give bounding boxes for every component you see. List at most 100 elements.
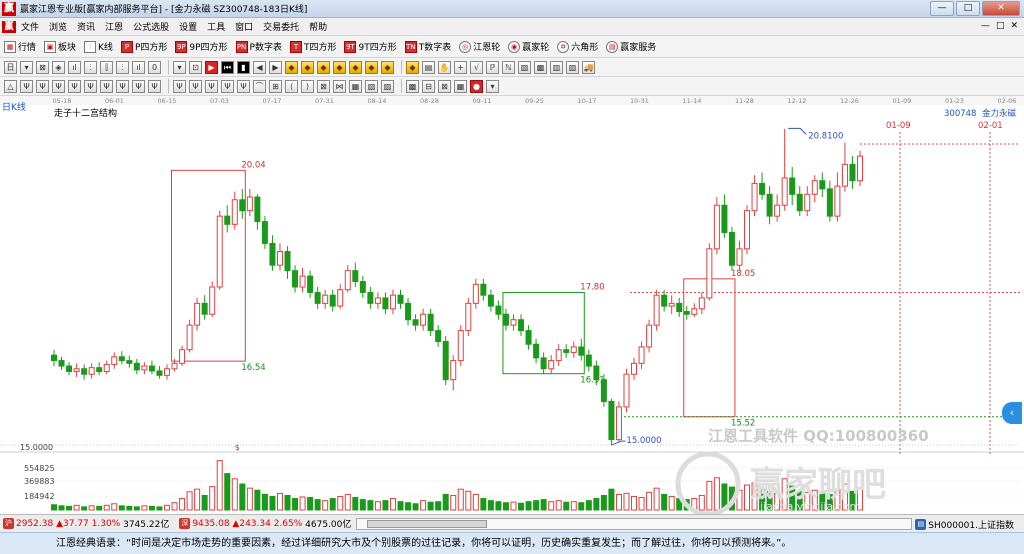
toolbar3-tool-17[interactable]: ⟨ [285,79,298,93]
toolbar2-tool-6[interactable]: ⫿ [100,60,113,74]
toolbar2-tool-8[interactable]: ıl [132,60,145,74]
toolbar2-tool-5[interactable]: ⫶ [84,60,97,74]
status-index-sz[interactable]: 深 9435.08 ▲243.34 2.65% 4675.00亿 [179,517,351,530]
toolbar2-tool-27[interactable]: + [454,60,467,74]
kline-chart-svg[interactable]: 05-18 06-01 06-15 07-03 07-17 07-31 08-14 08-28… [0,96,1024,514]
toolbar2-tool-2[interactable]: ⊠ [36,60,49,74]
toolbar3-tool-28[interactable]: ● [470,79,483,93]
status-index-sh[interactable]: 沪 2952.38 ▲37.77 1.30% 3745.22亿 [3,517,169,530]
toolbar3-tool-7[interactable]: Ψ [116,79,129,93]
toolbar2-tool-17[interactable]: ◆ [285,60,298,74]
minimize-button[interactable]: — [930,1,954,16]
toolbar2-tool-30[interactable]: ℕ [502,60,515,74]
toolbar2-tool-22[interactable]: ◆ [365,60,378,74]
toolbar3-tool-8[interactable]: Ψ [132,79,145,93]
close-button[interactable]: ✕ [982,1,1020,16]
toolbar2-tool-25[interactable]: ▤ [422,60,435,74]
toolbar2-tool-4[interactable]: ıl [68,60,81,74]
toolbar2-tool-12[interactable]: ▶ [205,60,218,74]
menu-browse[interactable]: 浏览 [44,20,72,33]
toolbar3-tool-0[interactable]: △ [4,79,17,93]
kline-chart-area[interactable]: 05-18 06-01 06-15 07-03 07-17 07-31 08-14 08-28… [0,96,1024,514]
horizontal-scrollbar[interactable] [356,518,912,530]
toolbar2-tool-24[interactable]: ◆ [406,60,419,74]
toolbar3-tool-11[interactable]: Ψ [189,79,202,93]
toolbar2-tool-35[interactable]: 🚚 [582,60,595,74]
toolbar3-tool-3[interactable]: Ψ [52,79,65,93]
toolbar2-tool-14[interactable]: ▮ [237,60,250,74]
toolbar-button-grid[interactable]: ▦ 行情 [0,40,40,53]
toolbar-button-winner-wheel[interactable]: ◉ 赢家轮 [504,40,553,53]
toolbar2-tool-34[interactable]: ▨ [566,60,579,74]
toolbar3-tool-25[interactable]: ⊟ [422,79,435,93]
toolbar3-tool-14[interactable]: Ψ [237,79,250,93]
menu-trade[interactable]: 交易委托 [258,20,304,33]
toolbar-button-9t-square[interactable]: 9T 9T四方形 [340,40,400,53]
toolbar-button-winner-service[interactable]: ▤ 赢家服务 [602,40,660,53]
toolbar3-tool-5[interactable]: Ψ [84,79,97,93]
toolbar-button-blocks[interactable]: ▣ 板块 [40,40,80,53]
toolbar3-tool-29[interactable]: ▾ [486,79,499,93]
toolbar-button-hexagon[interactable]: ✡ 六角形 [553,40,602,53]
side-float-icon[interactable]: ‹ [1002,402,1022,424]
toolbar3-tool-27[interactable]: ▦ [454,79,467,93]
menu-gann[interactable]: 江恩 [100,20,128,33]
toolbar2-tool-0[interactable]: 日 [4,60,17,74]
toolbar2-tool-18[interactable]: ◆ [301,60,314,74]
toolbar3-tool-16[interactable]: ⊞ [269,79,282,93]
toolbar2-tool-11[interactable]: ⊡ [189,60,202,74]
toolbar3-tool-15[interactable]: ⌒ [253,79,266,93]
toolbar2-tool-1[interactable]: ▾ [20,60,33,74]
toolbar2-tool-31[interactable]: ▧ [518,60,531,74]
toolbar2-tool-15[interactable]: ◀ [253,60,266,74]
toolbar-button-t-square[interactable]: T T四方形 [286,40,341,53]
toolbar2-tool-16[interactable]: ▶ [269,60,282,74]
mdi-close-button[interactable]: ✕ [1010,21,1018,31]
toolbar3-tool-19[interactable]: ⊠ [317,79,330,93]
toolbar-button-tn-table[interactable]: TN T数字表 [401,40,456,53]
toolbar2-tool-20[interactable]: ◆ [333,60,346,74]
toolbar2-tool-3[interactable]: ◈ [52,60,65,74]
toolbar3-tool-13[interactable]: Ψ [221,79,234,93]
toolbar-button-9p-square[interactable]: 9P 9P四方形 [171,40,231,53]
toolbar-button-gann-wheel[interactable]: ◎ 江恩轮 [455,40,504,53]
toolbar3-tool-4[interactable]: Ψ [68,79,81,93]
toolbar3-tool-9[interactable]: Ψ [148,79,161,93]
menu-settings[interactable]: 设置 [174,20,202,33]
toolbar2-tool-13[interactable]: ⏮ [221,60,234,74]
toolbar2-tool-33[interactable]: ▥ [550,60,563,74]
toolbar3-tool-18[interactable]: ⟩ [301,79,314,93]
toolbar-button-kline[interactable]: ⫶ K线 [80,40,117,53]
menu-file[interactable]: 文件 [16,20,44,33]
menu-help[interactable]: 帮助 [304,20,332,33]
toolbar3-tool-20[interactable]: ⋈ [333,79,346,93]
toolbar2-tool-23[interactable]: ◆ [381,60,394,74]
toolbar3-tool-12[interactable]: Ψ [205,79,218,93]
toolbar-button-p-square[interactable]: P P四方形 [117,40,171,53]
scrollbar-thumb[interactable] [367,520,487,528]
toolbar3-tool-23[interactable]: ▨ [381,79,394,93]
toolbar3-tool-24[interactable]: ▩ [406,79,419,93]
toolbar3-tool-22[interactable]: ▧ [365,79,378,93]
toolbar-button-pn-table[interactable]: PN P数字表 [232,40,286,53]
toolbar3-tool-2[interactable]: Ψ [36,79,49,93]
toolbar2-tool-19[interactable]: ◆ [317,60,330,74]
toolbar3-tool-10[interactable]: Ψ [173,79,186,93]
menu-window[interactable]: 窗口 [230,20,258,33]
toolbar2-tool-21[interactable]: ◆ [349,60,362,74]
status-right[interactable]: ▤ SH000001.上证指数 [915,518,1014,531]
toolbar2-tool-10[interactable]: ▾ [173,60,186,74]
toolbar2-tool-7[interactable]: ⫶ [116,60,129,74]
menu-news[interactable]: 资讯 [72,20,100,33]
toolbar3-tool-6[interactable]: Ψ [100,79,113,93]
mdi-restore-button[interactable]: □ [996,21,1005,31]
toolbar3-tool-26[interactable]: ⊠ [438,79,451,93]
toolbar3-tool-21[interactable]: ▦ [349,79,362,93]
toolbar2-tool-29[interactable]: ℙ [486,60,499,74]
toolbar2-tool-26[interactable]: ✋ [438,60,451,74]
toolbar3-tool-1[interactable]: Ψ [20,79,33,93]
app-menu-icon[interactable]: 赢 [2,20,16,33]
toolbar2-tool-28[interactable]: √ [470,60,483,74]
mdi-minimize-button[interactable]: — [981,21,990,31]
maximize-button[interactable]: □ [956,1,980,16]
